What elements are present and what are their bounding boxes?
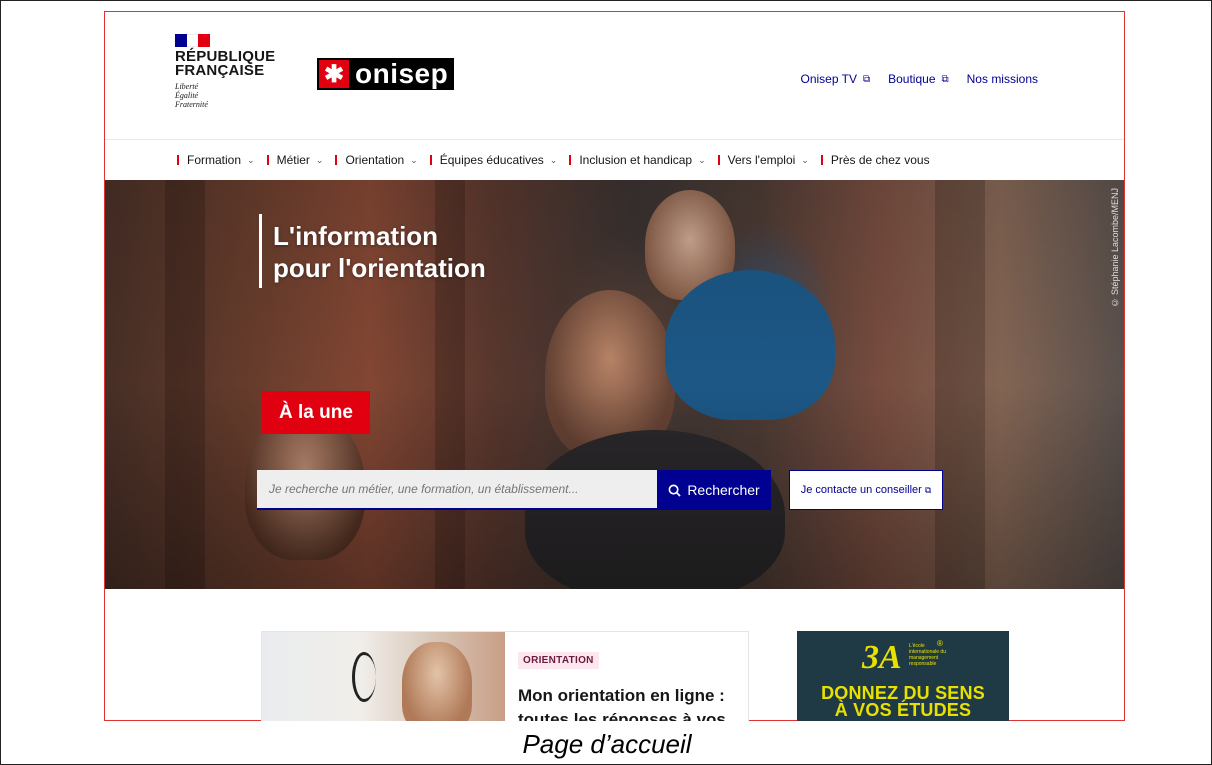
onisep-tv-link[interactable]: Onisep TV ⧉: [801, 72, 871, 86]
a-la-une-heading: À la une: [262, 391, 370, 434]
nos-missions-link[interactable]: Nos missions: [967, 72, 1038, 86]
featured-article-card[interactable]: ORIENTATION Mon orientation en ligne : t…: [261, 631, 749, 721]
republique-francaise-logo[interactable]: RÉPUBLIQUE FRANÇAISE Liberté Égalité Fra…: [175, 34, 285, 109]
search-icon: [668, 484, 681, 497]
chevron-down-icon: ⌄: [549, 154, 558, 165]
onisep-wordmark: onisep: [355, 58, 449, 89]
browser-viewport: RÉPUBLIQUE FRANÇAISE Liberté Égalité Fra…: [104, 11, 1125, 721]
external-link-icon: ⧉: [862, 73, 871, 85]
onisep-logo[interactable]: ✱ onisep: [317, 58, 455, 90]
hero-banner: L'information pour l'orientation © Stéph…: [105, 180, 1124, 589]
photo-credit: © Stéphanie Lacombe/MENJ: [1110, 188, 1120, 308]
chevron-down-icon: ⌄: [698, 154, 706, 165]
nav-item-formation[interactable]: Formation ⌄: [177, 153, 255, 167]
nav-marker: [335, 155, 338, 165]
asterisk-icon: ✱: [319, 60, 349, 88]
external-link-icon: ⧉: [941, 73, 949, 85]
screenshot-frame: RÉPUBLIQUE FRANÇAISE Liberté Égalité Fra…: [0, 0, 1212, 765]
nav-item-vers-emploi[interactable]: Vers l'emploi ⌄: [717, 153, 809, 167]
hero-overlay: [105, 180, 1124, 589]
republic-motto: Liberté Égalité Fraternité: [175, 82, 208, 109]
boutique-link[interactable]: Boutique ⧉: [888, 72, 949, 86]
article-thumbnail: [262, 632, 505, 721]
search-input[interactable]: [269, 482, 657, 496]
republique-francaise-title: RÉPUBLIQUE FRANÇAISE: [175, 48, 276, 79]
site-header: RÉPUBLIQUE FRANÇAISE Liberté Égalité Fra…: [105, 12, 1124, 140]
main-navigation: Formation ⌄ Métier ⌄ Orientation ⌄ Équip…: [105, 140, 1124, 180]
chevron-down-icon: ⌄: [410, 154, 418, 165]
chevron-down-icon: ⌄: [315, 154, 324, 165]
nav-marker: [266, 155, 269, 165]
nav-item-orientation[interactable]: Orientation ⌄: [335, 153, 418, 167]
nav-marker: [429, 155, 432, 165]
french-flag-icon: [175, 34, 211, 47]
external-link-icon: ⧉: [924, 484, 932, 495]
ad-headline: DONNEZ DU SENS À VOS ÉTUDES: [821, 683, 985, 720]
nav-marker: [717, 155, 720, 165]
chevron-down-icon: ⌄: [247, 154, 255, 165]
top-links: Onisep TV ⧉ Boutique ⧉ Nos missions: [801, 72, 1039, 86]
ad-logo: 3A: [862, 639, 902, 676]
contact-advisor-button[interactable]: Je contacte un conseiller ⧉: [789, 470, 943, 510]
category-tag: ORIENTATION: [518, 652, 599, 669]
thumbnail-person: [402, 642, 472, 721]
hero-title-bar: [259, 214, 262, 288]
figure-caption: Page d’accueil: [522, 729, 692, 759]
nav-marker: [569, 155, 572, 165]
nav-item-pres-de-chez-vous[interactable]: Près de chez vous: [820, 153, 930, 167]
chevron-down-icon: ⌄: [801, 154, 809, 165]
advertisement-banner[interactable]: 3A ® L'école internationale du managemen…: [797, 631, 1009, 721]
search-button[interactable]: Rechercher: [657, 470, 771, 510]
nav-item-equipes-educatives[interactable]: Équipes éducatives ⌄: [429, 153, 558, 167]
nav-item-inclusion-handicap[interactable]: Inclusion et handicap ⌄: [569, 153, 706, 167]
hero-title: L'information pour l'orientation: [273, 221, 486, 283]
nav-marker: [177, 155, 179, 165]
search-field[interactable]: [257, 470, 657, 510]
nav-item-metier[interactable]: Métier ⌄: [266, 153, 324, 167]
headset-icon: [352, 652, 376, 702]
nav-marker: [820, 155, 823, 165]
article-title[interactable]: Mon orientation en ligne : toutes les ré…: [518, 684, 748, 721]
ad-subtext: L'école internationale du management res…: [909, 643, 946, 667]
